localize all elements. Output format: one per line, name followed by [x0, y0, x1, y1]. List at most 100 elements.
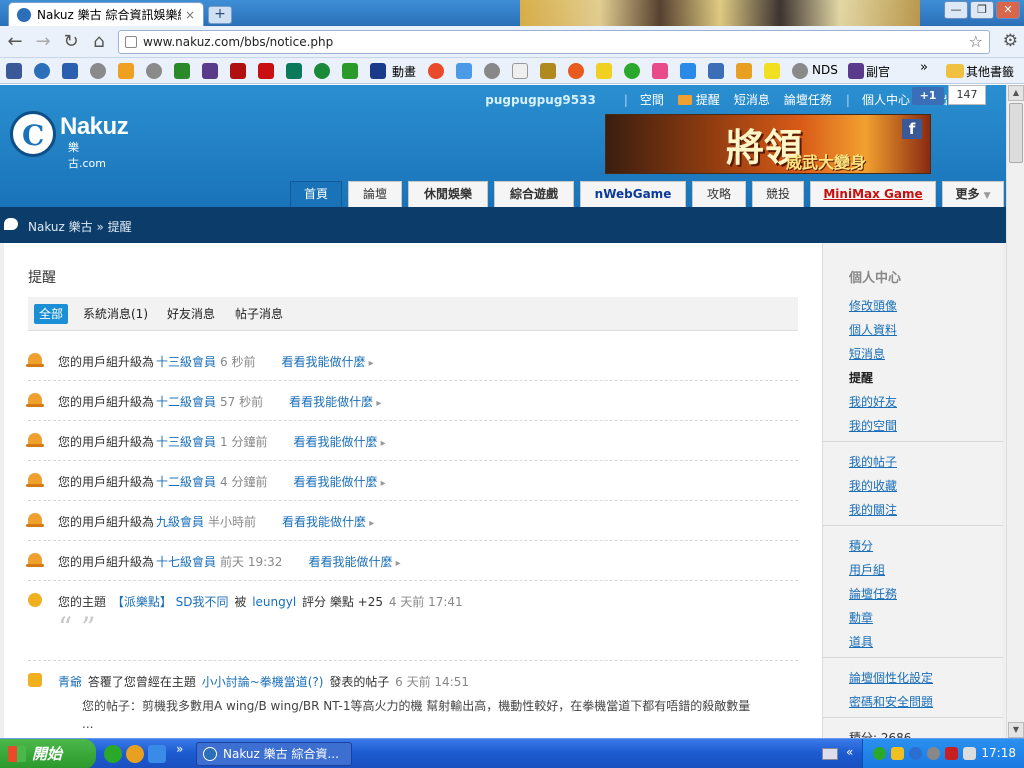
game-ad-banner[interactable]: 將領 威武大變身 f — [605, 114, 931, 174]
group-link[interactable]: 十七級會員 — [156, 555, 216, 569]
msn-icon[interactable] — [456, 63, 472, 79]
scroll-thumb[interactable] — [1009, 103, 1023, 163]
tab-system[interactable]: 系統消息(1) — [78, 304, 153, 324]
tray-icon[interactable] — [909, 747, 922, 760]
u-icon[interactable] — [540, 63, 556, 79]
shield-icon[interactable] — [891, 747, 904, 760]
antivirus-icon[interactable] — [945, 747, 958, 760]
rater-link[interactable]: leungyl — [252, 595, 296, 609]
blog-icon[interactable] — [708, 63, 724, 79]
kindle-icon[interactable] — [370, 63, 386, 79]
sidebar-item-items[interactable]: 道具 — [849, 633, 873, 650]
what-can-i-do-link[interactable]: 看看我能做什麼 — [293, 475, 385, 489]
nav-nwebgame[interactable]: nWebGame — [580, 181, 686, 207]
nav-auction[interactable]: 競投 — [752, 181, 804, 207]
quicklaunch-more-icon[interactable]: » — [176, 742, 183, 756]
group-link[interactable]: 十二級會員 — [156, 395, 216, 409]
tray-icon[interactable] — [927, 747, 940, 760]
kanji-icon[interactable] — [202, 63, 218, 79]
nav-forum[interactable]: 論壇 — [348, 181, 402, 207]
globe-icon[interactable] — [146, 63, 162, 79]
notice-link[interactable]: 提醒 — [696, 91, 720, 108]
tab-friends[interactable]: 好友消息 — [162, 304, 220, 324]
star-icon[interactable] — [764, 63, 780, 79]
personal-center-link[interactable]: 個人中心 — [862, 91, 910, 108]
back-icon[interactable]: ← — [4, 31, 26, 53]
what-can-i-do-link[interactable]: 看看我能做什麼 — [308, 555, 400, 569]
taskbar-window-button[interactable]: Nakuz 樂古 綜合資... — [196, 742, 352, 766]
what-can-i-do-link[interactable]: 看看我能做什麼 — [281, 355, 373, 369]
pencil-icon[interactable] — [596, 63, 612, 79]
folder-icon[interactable] — [946, 64, 964, 78]
sidebar-item-avatar[interactable]: 修改頭像 — [849, 297, 897, 314]
topic-link[interactable]: 【派樂點】 SD我不同 — [112, 595, 229, 609]
nakuz-icon[interactable] — [34, 63, 50, 79]
maximize-button[interactable]: ❐ — [970, 1, 994, 19]
google-plus-one[interactable]: +1 147 — [912, 85, 990, 107]
what-can-i-do-link[interactable]: 看看我能做什麼 — [293, 435, 385, 449]
start-button[interactable]: 開始 — [0, 739, 96, 768]
home-icon[interactable]: ⌂ — [88, 31, 110, 53]
other-bookmarks[interactable]: 其他書籤 — [966, 63, 1014, 80]
tab-close-icon[interactable]: × — [185, 8, 195, 22]
game-icon[interactable] — [174, 63, 190, 79]
wikipedia-icon[interactable] — [512, 63, 528, 79]
flickr-icon[interactable] — [652, 63, 668, 79]
close-window-button[interactable]: ✕ — [996, 1, 1020, 19]
group-link[interactable]: 九級會員 — [156, 515, 204, 529]
sidebar-item-notice[interactable]: 提醒 — [849, 369, 873, 386]
nav-home[interactable]: 首頁 — [290, 181, 342, 207]
bookmark-label-anime[interactable]: 動畫 — [392, 63, 416, 80]
nav-guides[interactable]: 攻略 — [692, 181, 746, 207]
sidebar-item-friends[interactable]: 我的好友 — [849, 393, 897, 410]
group-link[interactable]: 十二級會員 — [156, 475, 216, 489]
sidebar-item-customize[interactable]: 論壇個性化設定 — [849, 669, 933, 686]
username-link[interactable]: pugpugpug9533 — [485, 93, 596, 107]
at-icon[interactable] — [428, 63, 444, 79]
wrench-menu-icon[interactable]: ⚙ — [1003, 31, 1018, 51]
bookmark-label-officer[interactable]: 副官 — [866, 63, 890, 80]
nav-minimax-game[interactable]: MiniMax Game — [810, 181, 936, 207]
new-tab-button[interactable]: + — [208, 6, 232, 24]
kanji-icon[interactable] — [848, 63, 864, 79]
forward-icon[interactable]: → — [32, 31, 54, 53]
bookmark-label-nds[interactable]: NDS — [812, 63, 838, 77]
group-link[interactable]: 十三級會員 — [156, 355, 216, 369]
breadcrumb[interactable]: Nakuz 樂古 » 提醒 — [28, 218, 132, 235]
sidebar-item-messages[interactable]: 短消息 — [849, 345, 885, 362]
puzzle-icon[interactable] — [342, 63, 358, 79]
plus-one-button[interactable]: +1 — [912, 87, 944, 105]
forum-tasks-link[interactable]: 論壇任務 — [784, 91, 832, 108]
minimize-button[interactable]: — — [944, 1, 968, 19]
sidebar-item-tasks[interactable]: 論壇任務 — [849, 585, 897, 602]
browser-tab[interactable]: Nakuz 樂古 綜合資訊娛樂網 × — [8, 2, 204, 26]
2kf-icon[interactable] — [62, 63, 78, 79]
sidebar-item-my-posts[interactable]: 我的帖子 — [849, 453, 897, 470]
sidebar-item-medals[interactable]: 勳章 — [849, 609, 873, 626]
sidebar-item-space[interactable]: 我的空間 — [849, 417, 897, 434]
address-bar[interactable]: ☆ — [118, 30, 990, 54]
chrome-icon[interactable] — [624, 63, 640, 79]
tray-expand-icon[interactable]: « — [846, 745, 853, 759]
opera-icon[interactable] — [568, 63, 584, 79]
nav-leisure[interactable]: 休閒娛樂 — [408, 181, 488, 207]
scroll-down-icon[interactable]: ▼ — [1008, 722, 1024, 738]
page-scrollbar[interactable]: ▲ ▼ — [1006, 85, 1024, 738]
nav-more-dropdown[interactable]: 更多 ▼ — [942, 181, 1004, 207]
keyboard-icon[interactable] — [822, 748, 838, 760]
explorer-icon[interactable] — [148, 745, 166, 763]
sidebar-item-profile[interactable]: 個人資料 — [849, 321, 897, 338]
space-link[interactable]: 空間 — [640, 91, 664, 108]
what-can-i-do-link[interactable]: 看看我能做什麼 — [282, 515, 374, 529]
short-message-link[interactable]: 短消息 — [734, 91, 770, 108]
tray-icon[interactable] — [873, 747, 886, 760]
tab-all[interactable]: 全部 — [34, 304, 69, 324]
topic-link[interactable]: 小小討論~拳機當道(?) — [202, 675, 324, 689]
sidebar-item-credits[interactable]: 積分 — [849, 537, 873, 554]
nav-games[interactable]: 綜合遊戲 — [494, 181, 574, 207]
globe-icon[interactable] — [792, 63, 808, 79]
what-can-i-do-link[interactable]: 看看我能做什麼 — [289, 395, 381, 409]
sidebar-item-following[interactable]: 我的關注 — [849, 501, 897, 518]
sidebar-item-usergroup[interactable]: 用戶組 — [849, 561, 885, 578]
bookmark-star-icon[interactable]: ☆ — [969, 32, 983, 51]
